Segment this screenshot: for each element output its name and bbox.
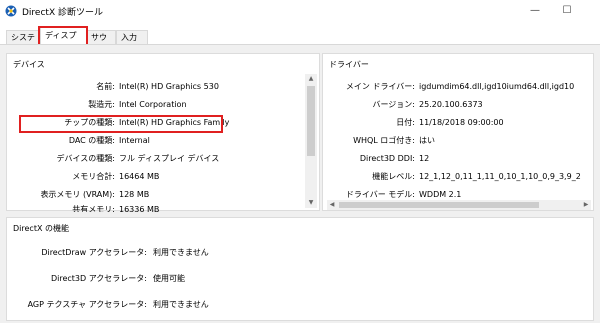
- device-label: チップの種類:: [64, 118, 115, 127]
- device-value: フル ディスプレイ デバイス: [119, 154, 220, 163]
- device-panel: デバイス 名前: Intel(R) HD Graphics 530 製造元: I…: [6, 53, 320, 212]
- device-value: 16464 MB: [119, 172, 160, 181]
- driver-value: 12: [419, 154, 430, 163]
- device-value: 16336 MB: [119, 205, 160, 212]
- feature-row: Direct3D アクセラレータ: 使用可能: [7, 272, 407, 286]
- driver-label: バージョン:: [372, 100, 415, 109]
- device-panel-title: デバイス: [13, 60, 45, 69]
- feature-row: DirectDraw アクセラレータ: 利用できません: [7, 246, 407, 260]
- driver-row: バージョン: 25.20.100.6373: [323, 98, 593, 112]
- device-row: 製造元: Intel Corporation: [7, 98, 307, 112]
- feature-row: AGP テクスチャ アクセラレータ: 利用できません: [7, 298, 407, 312]
- drivers-panel-title: ドライバー: [329, 60, 369, 69]
- drivers-horizontal-scrollbar[interactable]: ◀ ▶: [327, 200, 591, 210]
- device-label: 共有メモリ:: [72, 205, 115, 212]
- tab-sound[interactable]: サウンド: [86, 30, 116, 56]
- driver-row: 機能レベル: 12_1,12_0,11_1,11_0,10_1,10_0,9_3…: [323, 170, 593, 184]
- device-value: Intel(R) HD Graphics Family: [119, 118, 230, 127]
- driver-value: はい: [419, 136, 435, 145]
- device-value: 128 MB: [119, 190, 150, 199]
- tab-display[interactable]: ディスプレイ: [40, 27, 88, 56]
- tab-input[interactable]: 入力: [116, 30, 148, 44]
- feature-label: DirectDraw アクセラレータ:: [41, 248, 147, 257]
- device-label: 名前:: [96, 82, 115, 91]
- device-label: メモリ合計:: [72, 172, 115, 181]
- driver-label: 機能レベル:: [372, 172, 415, 181]
- device-row: 共有メモリ: 16336 MB: [7, 204, 307, 212]
- title-bar: DirectX 診断ツール — ☐: [0, 0, 600, 22]
- device-value: Intel Corporation: [119, 100, 187, 109]
- device-value: Intel(R) HD Graphics 530: [119, 82, 219, 91]
- device-row: チップの種類: Intel(R) HD Graphics Family: [7, 116, 307, 130]
- feature-value: 使用可能: [153, 274, 185, 283]
- driver-value: 11/18/2018 09:00:00: [419, 118, 504, 127]
- feature-value: 利用できません: [153, 248, 209, 257]
- drivers-panel: ドライバー メイン ドライバー: igdumdim64.dll,igd10ium…: [322, 53, 594, 211]
- scroll-down-arrow-icon[interactable]: ▼: [306, 198, 316, 208]
- scroll-up-arrow-icon[interactable]: ▲: [306, 74, 316, 84]
- device-label: DAC の種類:: [68, 136, 115, 145]
- drivers-scroll-thumb[interactable]: [339, 202, 539, 208]
- driver-row: WHQL ロゴ付き: はい: [323, 134, 593, 148]
- directx-app-icon: [5, 5, 17, 17]
- device-label: デバイスの種類:: [56, 154, 115, 163]
- window-title: DirectX 診断ツール: [22, 8, 103, 18]
- tab-system[interactable]: システム: [6, 30, 42, 56]
- scroll-right-arrow-icon[interactable]: ▶: [581, 200, 591, 210]
- device-vertical-scrollbar[interactable]: ▲ ▼: [305, 74, 317, 208]
- feature-value: 利用できません: [153, 300, 209, 309]
- device-row: 名前: Intel(R) HD Graphics 530: [7, 80, 307, 94]
- driver-value: igdumdim64.dll,igd10iumd64.dll,igd10: [419, 82, 575, 91]
- directx-features-panel: DirectX の機能 DirectDraw アクセラレータ: 利用できません …: [6, 217, 594, 321]
- content-area: デバイス 名前: Intel(R) HD Graphics 530 製造元: I…: [0, 44, 600, 323]
- device-value: Internal: [119, 136, 150, 145]
- device-row: DAC の種類: Internal: [7, 134, 307, 148]
- driver-label: 日付:: [396, 118, 415, 127]
- driver-label: メイン ドライバー:: [345, 82, 415, 91]
- driver-label: Direct3D DDI:: [359, 154, 415, 163]
- device-row: デバイスの種類: フル ディスプレイ デバイス: [7, 152, 307, 166]
- device-scroll-thumb[interactable]: [307, 86, 315, 156]
- feature-label: Direct3D アクセラレータ:: [50, 274, 147, 283]
- minimize-button[interactable]: —: [520, 0, 550, 22]
- driver-label: WHQL ロゴ付き:: [353, 136, 415, 145]
- tab-strip: システム ディスプレイ サウンド 入力: [0, 22, 600, 56]
- scroll-left-arrow-icon[interactable]: ◀: [327, 200, 337, 210]
- device-label: 製造元:: [88, 100, 115, 109]
- device-row: 表示メモリ (VRAM): 128 MB: [7, 188, 307, 202]
- device-label: 表示メモリ (VRAM):: [40, 190, 115, 199]
- driver-value: 25.20.100.6373: [419, 100, 483, 109]
- maximize-button[interactable]: ☐: [552, 0, 582, 22]
- device-row: メモリ合計: 16464 MB: [7, 170, 307, 184]
- driver-value: 12_1,12_0,11_1,11_0,10_1,10_0,9_3,9_2: [419, 172, 581, 181]
- driver-row: Direct3D DDI: 12: [323, 152, 593, 166]
- features-panel-title: DirectX の機能: [13, 224, 69, 233]
- driver-row: メイン ドライバー: igdumdim64.dll,igd10iumd64.dl…: [323, 80, 593, 94]
- driver-row: 日付: 11/18/2018 09:00:00: [323, 116, 593, 130]
- feature-label: AGP テクスチャ アクセラレータ:: [27, 300, 147, 309]
